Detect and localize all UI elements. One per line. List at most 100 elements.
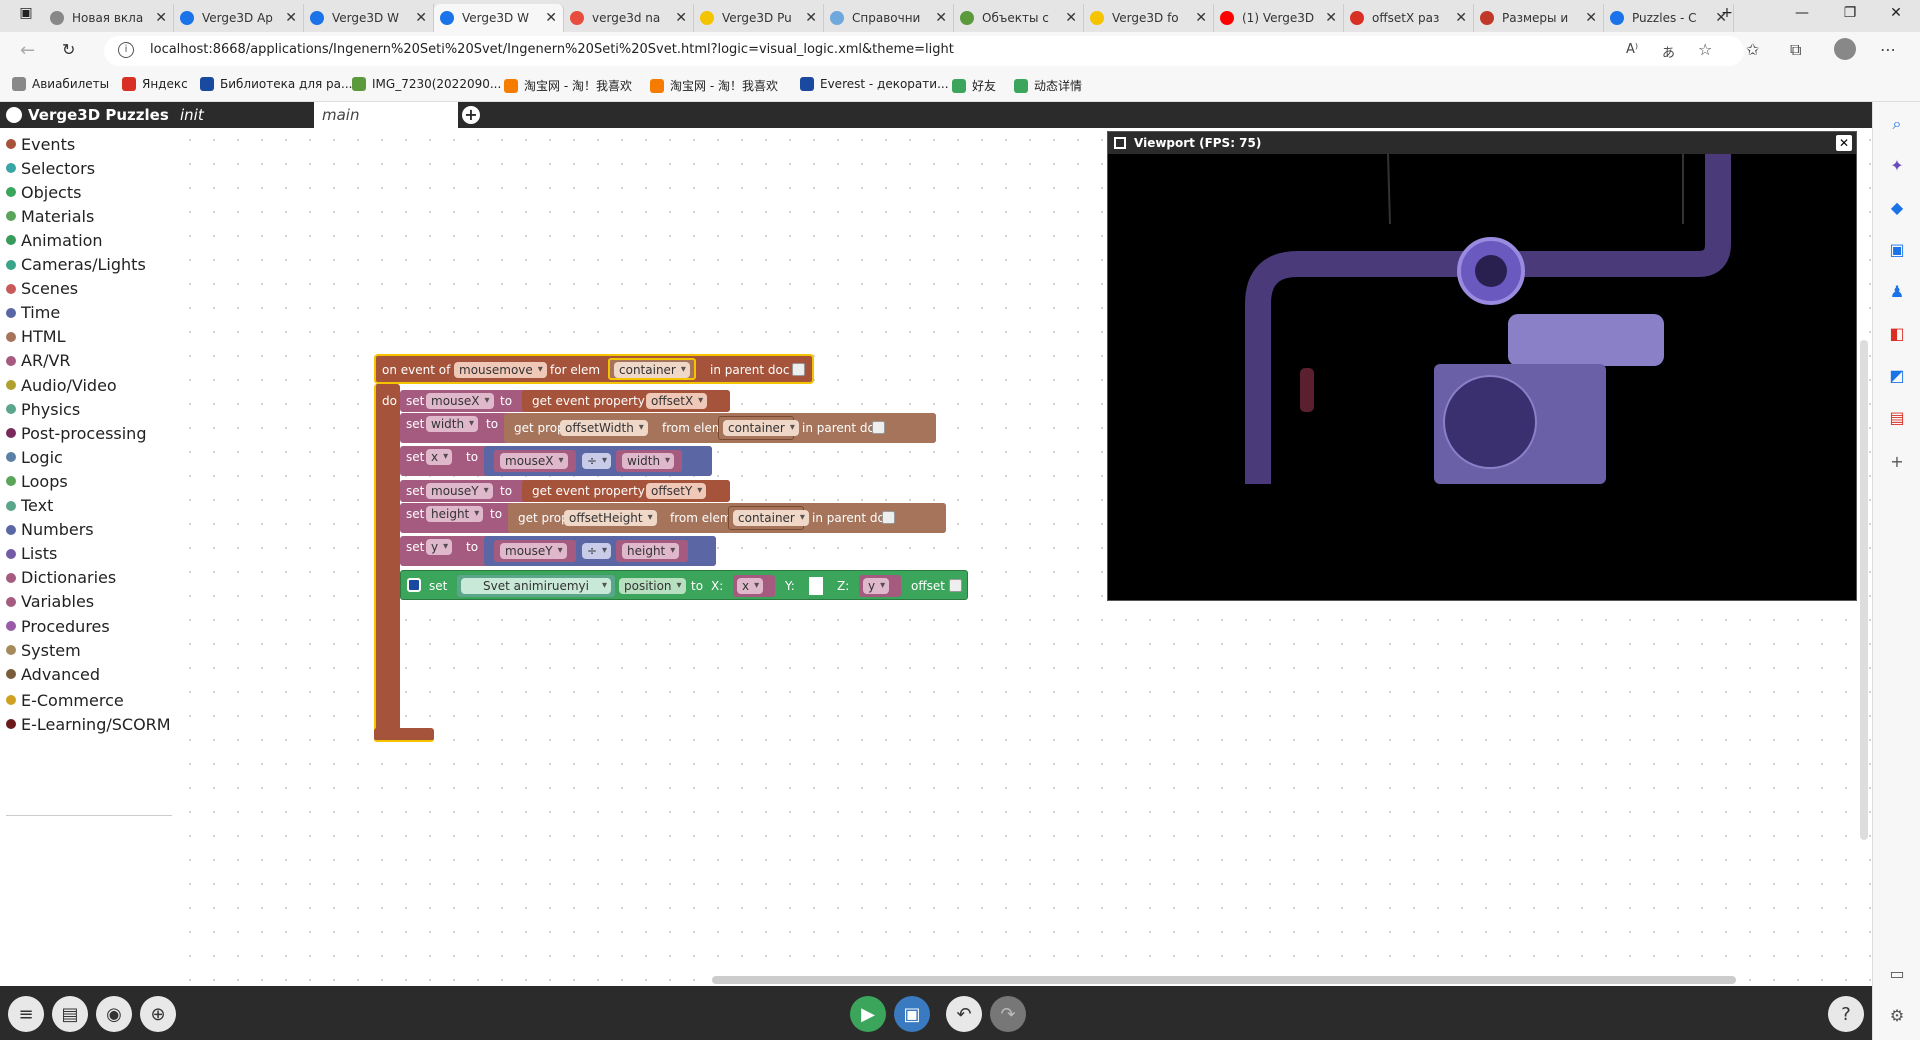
profile-avatar[interactable] — [1834, 38, 1856, 60]
math-divide-block[interactable]: mouseY ÷ height — [484, 536, 716, 566]
save-button[interactable]: ▣ — [894, 996, 930, 1032]
bookmark-item[interactable]: Библиотека для ра... — [200, 77, 352, 91]
browser-tab[interactable]: Verge3D W ✕ — [434, 4, 564, 32]
sidebar-category[interactable]: Dictionaries — [6, 567, 116, 589]
set-width-block[interactable]: set width to get prop offsetWidth from e… — [400, 413, 936, 443]
tools-icon[interactable]: ▣ — [1887, 240, 1907, 260]
set-y-block[interactable]: set y to mouseY ÷ height — [400, 536, 716, 566]
y-value-input[interactable] — [809, 577, 823, 595]
get-var-block[interactable]: mouseX — [494, 450, 576, 472]
var-dropdown[interactable]: mouseY — [500, 543, 567, 559]
event-property-dropdown[interactable]: offsetX — [646, 393, 708, 409]
tab-main[interactable]: main — [314, 102, 458, 128]
sidebar-category[interactable]: HTML — [6, 326, 66, 348]
more-menu-icon[interactable]: ⋯ — [1880, 40, 1896, 59]
elem-selector-block[interactable]: container — [728, 506, 809, 530]
var-dropdown[interactable]: height — [622, 543, 680, 559]
sidebar-category[interactable]: Physics — [6, 398, 80, 420]
translate-icon[interactable]: あ — [1662, 42, 1675, 61]
offset-checkbox[interactable] — [949, 579, 962, 592]
sidebar-category[interactable]: Numbers — [6, 519, 94, 541]
var-dropdown[interactable]: mouseY — [426, 483, 493, 499]
browser-tab[interactable]: Verge3D fo ✕ — [1084, 4, 1214, 32]
set-mousey-block[interactable]: set mouseY to get event property offsetY — [400, 480, 730, 502]
object-selector-block[interactable]: Svet animiruemyi — [457, 575, 615, 597]
sidebar-category[interactable]: Time — [6, 302, 60, 324]
url-text[interactable]: localhost:8668/applications/Ingenern%20S… — [150, 42, 954, 57]
viewport-pause-icon[interactable] — [1114, 137, 1126, 149]
sidebar-category[interactable]: Procedures — [6, 615, 110, 637]
var-dropdown[interactable]: x — [426, 449, 453, 465]
outlook-icon[interactable]: ◩ — [1887, 366, 1907, 386]
tab-close-icon[interactable]: ✕ — [155, 10, 167, 26]
tab-init[interactable]: init — [172, 102, 312, 128]
bookmark-item[interactable]: 淘宝网 - 淘！我喜欢 — [504, 77, 632, 94]
tab-actions-icon[interactable]: ▣ — [6, 5, 46, 21]
elem-selector-block[interactable]: container — [718, 416, 799, 440]
set-height-block[interactable]: set height to get prop offsetHeight from… — [400, 503, 946, 533]
set-object-position-block[interactable]: set Svet animiruemyi position to X: x Y:… — [400, 570, 968, 600]
tab-close-icon[interactable]: ✕ — [545, 10, 557, 26]
browser-tab[interactable]: Справочни ✕ — [824, 4, 954, 32]
info-icon[interactable]: i — [118, 42, 134, 58]
var-dropdown[interactable]: mouseX — [426, 393, 494, 409]
sidebar-category[interactable]: Events — [6, 133, 75, 155]
browser-tab[interactable]: offsetX раз ✕ — [1344, 4, 1474, 32]
sidebar-layout-icon[interactable]: ▭ — [1887, 964, 1907, 984]
tab-close-icon[interactable]: ✕ — [675, 10, 687, 26]
help-button[interactable]: ? — [1828, 996, 1864, 1032]
pinned-app-icon[interactable]: ▤ — [1887, 408, 1907, 428]
tab-close-icon[interactable]: ✕ — [1585, 10, 1597, 26]
collections-icon[interactable]: ⧉ — [1790, 40, 1801, 60]
get-prop-block[interactable]: get prop offsetWidth from elem container… — [504, 413, 936, 443]
object-dropdown[interactable]: Svet animiruemyi — [461, 578, 611, 594]
favorites-icon[interactable]: ✩ — [1746, 40, 1759, 59]
param-dropdown[interactable]: position — [619, 578, 686, 594]
bookmark-item[interactable]: Яндекс — [122, 77, 188, 91]
sidebar-category[interactable]: Logic — [6, 446, 63, 468]
read-aloud-icon[interactable]: A⁾ — [1626, 42, 1638, 57]
back-icon[interactable]: ← — [20, 40, 35, 61]
event-block-header[interactable]: on event of mousemove for elem container… — [374, 354, 814, 384]
office-icon[interactable]: ◧ — [1887, 324, 1907, 344]
settings-gear-icon[interactable] — [407, 578, 421, 592]
var-dropdown[interactable]: x — [737, 578, 764, 594]
var-dropdown[interactable]: width — [426, 416, 479, 432]
tab-close-icon[interactable]: ✕ — [805, 10, 817, 26]
menu-list-icon[interactable]: ≡ — [8, 996, 44, 1032]
event-property-dropdown[interactable]: offsetY — [646, 483, 707, 499]
viewport-panel[interactable]: Viewport (FPS: 75) ✕ — [1107, 131, 1857, 601]
viewport-close-icon[interactable]: ✕ — [1836, 135, 1852, 151]
sidebar-category[interactable]: E-Learning/SCORM — [6, 713, 171, 735]
var-dropdown[interactable]: mouseX — [500, 453, 568, 469]
in-parent-doc-checkbox[interactable] — [872, 421, 885, 434]
elem-selector-block[interactable]: container — [608, 358, 696, 380]
tab-close-icon[interactable]: ✕ — [1065, 10, 1077, 26]
browser-tab[interactable]: (1) Verge3D ✕ — [1214, 4, 1344, 32]
tab-close-icon[interactable]: ✕ — [935, 10, 947, 26]
run-play-button[interactable]: ▶ — [850, 996, 886, 1032]
var-dropdown[interactable]: y — [863, 578, 890, 594]
screenshot-camera-icon[interactable]: ◉ — [96, 996, 132, 1032]
workspace-vertical-scrollbar[interactable] — [1860, 340, 1868, 840]
sidebar-category[interactable]: Advanced — [6, 663, 100, 685]
get-event-property-block[interactable]: get event property offsetY — [522, 480, 730, 502]
sidebar-category[interactable]: AR/VR — [6, 350, 71, 372]
undo-button[interactable]: ↶ — [946, 996, 982, 1032]
elem-dropdown[interactable]: container — [733, 510, 809, 526]
minimize-button[interactable]: — — [1782, 5, 1822, 21]
reload-icon[interactable]: ↻ — [62, 40, 75, 59]
sidebar-category[interactable]: Cameras/Lights — [6, 254, 146, 276]
get-var-block[interactable]: height — [616, 540, 688, 562]
copilot-icon[interactable]: ✦ — [1887, 156, 1907, 176]
sidebar-category[interactable]: Loops — [6, 470, 68, 492]
operator-dropdown[interactable]: ÷ — [582, 453, 612, 469]
sidebar-category[interactable]: Animation — [6, 229, 103, 251]
browser-tab[interactable]: Verge3D Pu ✕ — [694, 4, 824, 32]
get-var-block[interactable]: width — [616, 450, 682, 472]
restore-button[interactable]: ❐ — [1830, 5, 1870, 21]
var-dropdown[interactable]: width — [622, 453, 675, 469]
elem-dropdown[interactable]: container — [614, 362, 690, 378]
in-parent-doc-checkbox[interactable] — [882, 511, 895, 524]
var-dropdown[interactable]: y — [426, 539, 453, 555]
